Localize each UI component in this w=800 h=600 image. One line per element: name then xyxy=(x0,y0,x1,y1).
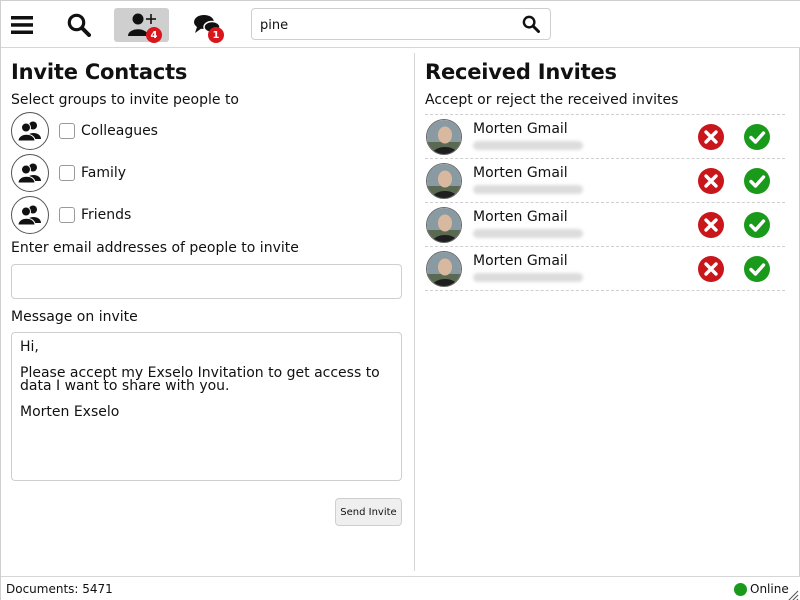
message-line: Please accept my Exselo Invitation to ge… xyxy=(20,365,380,394)
friends-checkbox[interactable] xyxy=(59,207,75,223)
family-checkbox[interactable] xyxy=(59,165,75,181)
avatar xyxy=(426,251,462,287)
send-invite-button[interactable]: Send Invite xyxy=(335,498,402,526)
group-icon xyxy=(11,196,49,234)
invite-name: Morten Gmail xyxy=(473,121,568,137)
groups-label: Select groups to invite people to xyxy=(11,92,239,108)
avatar xyxy=(426,163,462,199)
messages-count-badge: 1 xyxy=(208,27,224,43)
list-item: Morten Gmail xyxy=(425,159,785,203)
accept-button[interactable] xyxy=(744,256,770,286)
panel-divider xyxy=(414,53,415,571)
invite-name: Morten Gmail xyxy=(473,253,568,269)
reject-button[interactable] xyxy=(698,212,724,242)
invite-name: Morten Gmail xyxy=(473,165,568,181)
reject-icon xyxy=(698,124,724,150)
message-line: Hi, xyxy=(20,339,39,355)
accept-button[interactable] xyxy=(744,168,770,198)
reject-button[interactable] xyxy=(698,168,724,198)
resize-grip-icon[interactable] xyxy=(787,587,799,600)
search-toolbar-button[interactable] xyxy=(63,8,95,42)
invite-email-blurred xyxy=(473,141,583,150)
invite-contacts-title: Invite Contacts xyxy=(11,60,188,84)
received-invites-subtitle: Accept or reject the received invites xyxy=(425,92,679,108)
invite-email-blurred xyxy=(473,273,583,282)
status-bar: Documents: 5471 Online xyxy=(1,576,800,600)
accept-button[interactable] xyxy=(744,124,770,154)
group-icon xyxy=(11,112,49,150)
email-input[interactable] xyxy=(11,264,402,299)
group-row-friends: Friends xyxy=(11,194,403,236)
invite-email-blurred xyxy=(473,185,583,194)
documents-count: Documents: 5471 xyxy=(6,582,113,596)
invite-email-blurred xyxy=(473,229,583,238)
online-status-icon xyxy=(734,583,747,596)
reject-icon xyxy=(698,168,724,194)
message-label: Message on invite xyxy=(11,309,138,325)
invite-contacts-panel: Invite Contacts Select groups to invite … xyxy=(11,53,403,526)
accept-button[interactable] xyxy=(744,212,770,242)
search-submit-icon[interactable] xyxy=(522,15,540,37)
email-label: Enter email addresses of people to invit… xyxy=(11,240,299,256)
message-line: Morten Exselo xyxy=(20,404,120,420)
reject-button[interactable] xyxy=(698,256,724,286)
menu-button[interactable] xyxy=(7,8,37,42)
group-label-family: Family xyxy=(81,165,127,181)
group-label-colleagues: Colleagues xyxy=(81,123,158,139)
search-box xyxy=(251,8,551,40)
group-icon xyxy=(11,154,49,192)
invites-list: Morten Gmail Morten Gmail Morten Gmail M… xyxy=(425,114,785,291)
reject-icon xyxy=(698,212,724,238)
avatar xyxy=(426,207,462,243)
list-item: Morten Gmail xyxy=(425,203,785,247)
messages-toolbar-button[interactable]: 1 xyxy=(187,8,227,43)
message-textarea[interactable]: Hi, Please accept my Exselo Invitation t… xyxy=(11,332,402,481)
invites-toolbar-button[interactable]: 4 xyxy=(114,8,169,43)
accept-icon xyxy=(744,124,770,150)
avatar xyxy=(426,119,462,155)
colleagues-checkbox[interactable] xyxy=(59,123,75,139)
search-input[interactable] xyxy=(260,14,515,36)
online-status-label: Online xyxy=(750,582,789,596)
reject-button[interactable] xyxy=(698,124,724,154)
group-label-friends: Friends xyxy=(81,207,132,223)
app-window: 4 1 Invite Contacts Select groups to inv… xyxy=(0,0,800,600)
received-invites-panel: Received Invites Accept or reject the re… xyxy=(425,53,785,291)
list-item: Morten Gmail xyxy=(425,115,785,159)
list-item: Morten Gmail xyxy=(425,247,785,291)
invite-name: Morten Gmail xyxy=(473,209,568,225)
invites-count-badge: 4 xyxy=(146,27,162,43)
reject-icon xyxy=(698,256,724,282)
search-icon xyxy=(67,13,91,37)
group-row-colleagues: Colleagues xyxy=(11,110,403,152)
group-row-family: Family xyxy=(11,152,403,194)
received-invites-title: Received Invites xyxy=(425,60,617,84)
hamburger-menu-icon xyxy=(11,16,33,34)
accept-icon xyxy=(744,256,770,282)
toolbar: 4 1 xyxy=(1,1,800,48)
accept-icon xyxy=(744,212,770,238)
accept-icon xyxy=(744,168,770,194)
